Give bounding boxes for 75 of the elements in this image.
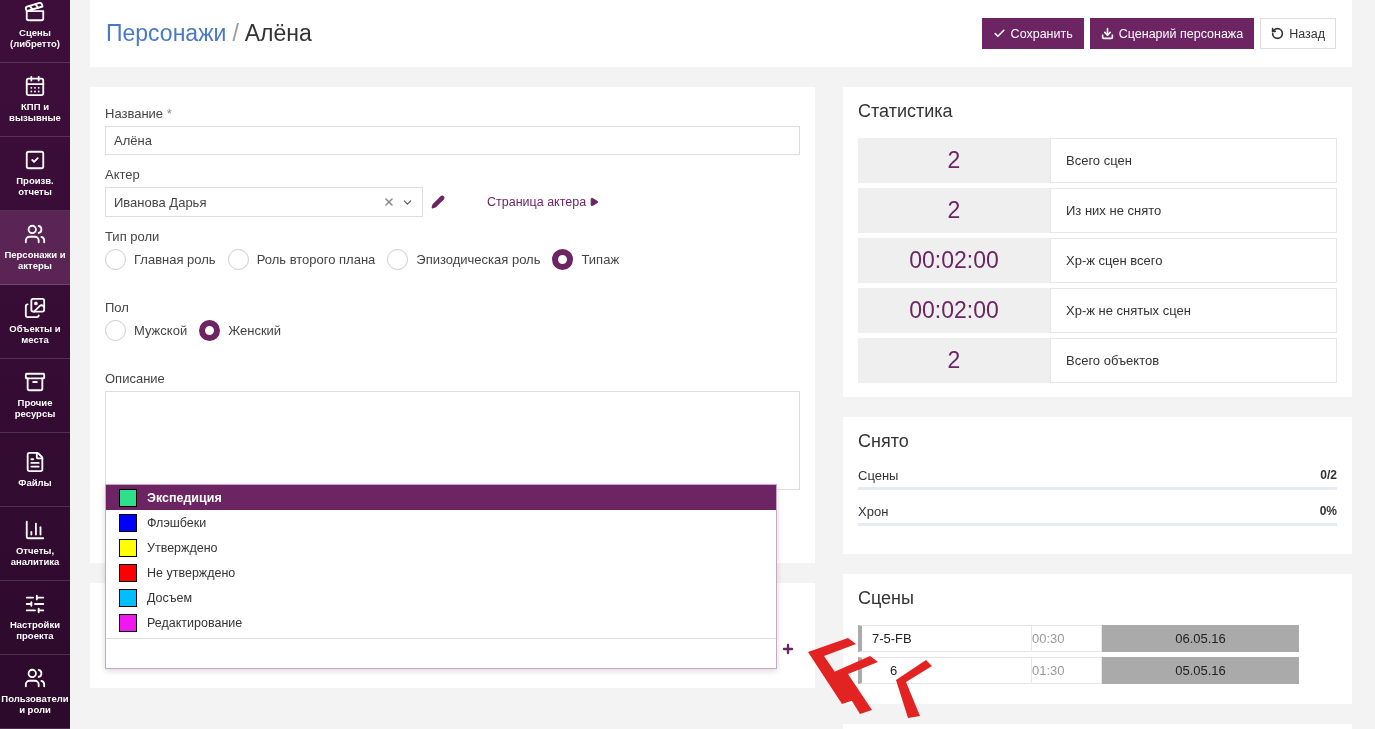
stat-label: Из них не снято — [1050, 188, 1337, 233]
description-textarea[interactable] — [105, 391, 800, 490]
dropdown-option[interactable]: Утверждено — [106, 535, 776, 560]
dropdown-option[interactable]: Редактирование — [106, 610, 776, 635]
dropdown-option[interactable]: Экспедиция — [106, 485, 776, 510]
progress-label: Сцены — [858, 468, 899, 483]
sidebar-item[interactable]: Персонажи и актеры — [0, 211, 70, 285]
stat-value: 2 — [858, 138, 1050, 183]
breadcrumb-link[interactable]: Персонажи — [106, 20, 227, 47]
field-label: Актер — [105, 167, 141, 182]
sidebar-item[interactable]: КПП и вызывные — [0, 63, 70, 137]
field-label: Название * — [105, 106, 173, 121]
stat-value: 2 — [858, 188, 1050, 233]
actor-select[interactable]: Иванова Дарья — [105, 187, 423, 217]
header-button[interactable]: Сценарий персонажа — [1089, 18, 1255, 49]
field-label: Описание — [105, 371, 166, 386]
sidebar-item[interactable]: Прочие ресурсы — [0, 359, 70, 433]
name-input[interactable]: Алёна — [105, 126, 800, 155]
scene-date: 06.05.16 — [1102, 625, 1299, 652]
role-radio-option[interactable]: Типаж — [552, 249, 620, 270]
role-radio-option[interactable]: Эпизодическая роль — [387, 249, 541, 270]
role-radio-option[interactable]: Роль второго плана — [227, 249, 376, 270]
card-title: Снято — [858, 431, 910, 452]
sidebar-item[interactable]: Сцены (либретто) — [0, 0, 70, 63]
header-button[interactable]: Назад — [1260, 18, 1336, 49]
stat-label: Всего объектов — [1050, 338, 1337, 383]
dropdown-option[interactable]: Не утверждено — [106, 560, 776, 585]
scene-name[interactable]: 6 — [890, 663, 898, 678]
dropdown-option[interactable]: Досъем — [106, 585, 776, 610]
header-button[interactable]: Сохранить — [981, 18, 1084, 49]
card-title: Сцены — [858, 588, 915, 609]
images-icon — [24, 297, 46, 320]
archive-icon — [24, 371, 46, 394]
progress-reading: 0/2 — [1320, 468, 1337, 483]
download-icon — [1100, 27, 1114, 40]
document-icon — [24, 450, 46, 473]
card-title: Статистика — [858, 101, 954, 122]
sliders-icon — [24, 593, 46, 616]
sidebar-item[interactable]: Объекты и места — [0, 285, 70, 359]
field-label: Пол — [105, 300, 130, 315]
sidebar-item[interactable]: Отчеты, аналитика — [0, 507, 70, 581]
users-icon — [24, 223, 46, 246]
users-icon — [24, 667, 46, 690]
page-title: Алёна — [244, 20, 312, 47]
gender-radio-option[interactable]: Женский — [199, 320, 282, 341]
check-icon — [992, 27, 1006, 40]
stat-value: 2 — [858, 338, 1050, 383]
scene-name[interactable]: 7-5-FB — [872, 631, 912, 646]
progress-reading: 0% — [1319, 504, 1337, 519]
tag-search-input[interactable] — [106, 638, 776, 668]
play-icon — [589, 197, 600, 207]
sidebar-item[interactable]: Настройки проекта — [0, 581, 70, 655]
bar-chart-icon — [24, 519, 46, 542]
sidebar-item[interactable]: Пользователи и роли — [0, 655, 70, 729]
clear-icon[interactable] — [383, 196, 395, 208]
stat-value: 00:02:00 — [858, 238, 1050, 283]
undo-icon — [1271, 27, 1285, 40]
dropdown-option[interactable]: Флэшбеки — [106, 510, 776, 535]
role-radio-option[interactable]: Главная роль — [105, 249, 216, 270]
clapperboard-icon — [24, 1, 46, 24]
pencil-icon[interactable] — [431, 195, 445, 209]
calendar-icon — [24, 75, 46, 98]
add-icon[interactable] — [781, 642, 795, 656]
checkbox-icon — [24, 149, 46, 172]
gender-radio-option[interactable]: Мужской — [105, 320, 188, 341]
stat-label: Хр-ж не снятых сцен — [1050, 288, 1337, 333]
actor-page-link[interactable]: Страница актера — [487, 195, 600, 209]
breadcrumb-separator: / — [232, 20, 239, 47]
scene-date: 05.05.16 — [1102, 657, 1299, 684]
stat-value: 00:02:00 — [858, 288, 1050, 333]
sidebar-item[interactable]: Файлы — [0, 433, 70, 507]
progress-label: Хрон — [858, 504, 889, 519]
stat-label: Хр-ж сцен всего — [1050, 238, 1337, 283]
field-label: Тип роли — [105, 229, 161, 244]
stat-label: Всего сцен — [1050, 138, 1337, 183]
